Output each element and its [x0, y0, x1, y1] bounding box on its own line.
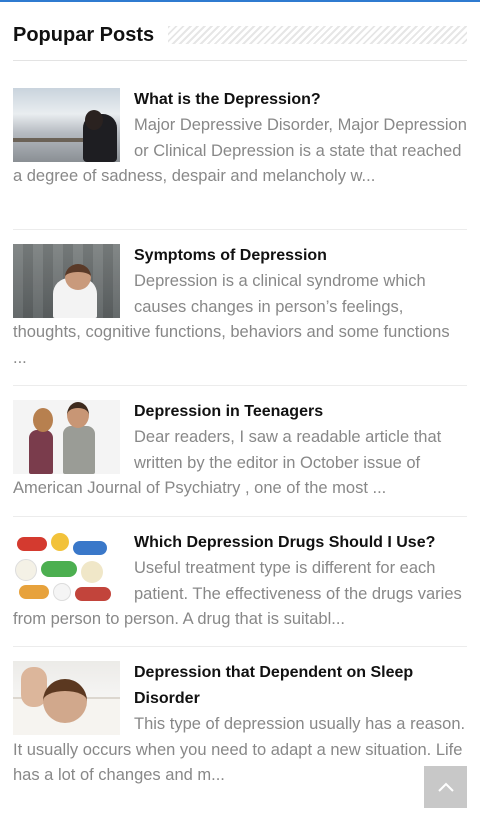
chevron-up-icon — [437, 782, 454, 792]
post-item[interactable]: What is the Depression? Major Depressive… — [13, 87, 467, 190]
post-thumbnail[interactable] — [13, 244, 120, 318]
post-thumbnail[interactable] — [13, 661, 120, 735]
top-accent-line — [0, 0, 480, 2]
widget-title: Popupar Posts — [13, 23, 155, 46]
post-divider — [13, 229, 467, 230]
post-thumbnail[interactable] — [13, 400, 120, 474]
post-divider — [13, 385, 467, 386]
header-divider — [13, 60, 467, 61]
post-divider — [13, 646, 467, 647]
widget-header: Popupar Posts — [13, 22, 467, 48]
decorative-hatch — [168, 26, 467, 44]
post-item[interactable]: Depression that Dependent on Sleep Disor… — [13, 660, 467, 789]
back-to-top-button[interactable] — [424, 766, 467, 808]
post-item[interactable]: Symptoms of Depression Depression is a c… — [13, 243, 467, 371]
post-divider — [13, 516, 467, 517]
post-thumbnail[interactable] — [13, 88, 120, 162]
post-thumbnail[interactable] — [13, 531, 120, 605]
post-item[interactable]: Which Depression Drugs Should I Use? Use… — [13, 530, 467, 633]
post-item[interactable]: Depression in Teenagers Dear readers, I … — [13, 399, 467, 502]
